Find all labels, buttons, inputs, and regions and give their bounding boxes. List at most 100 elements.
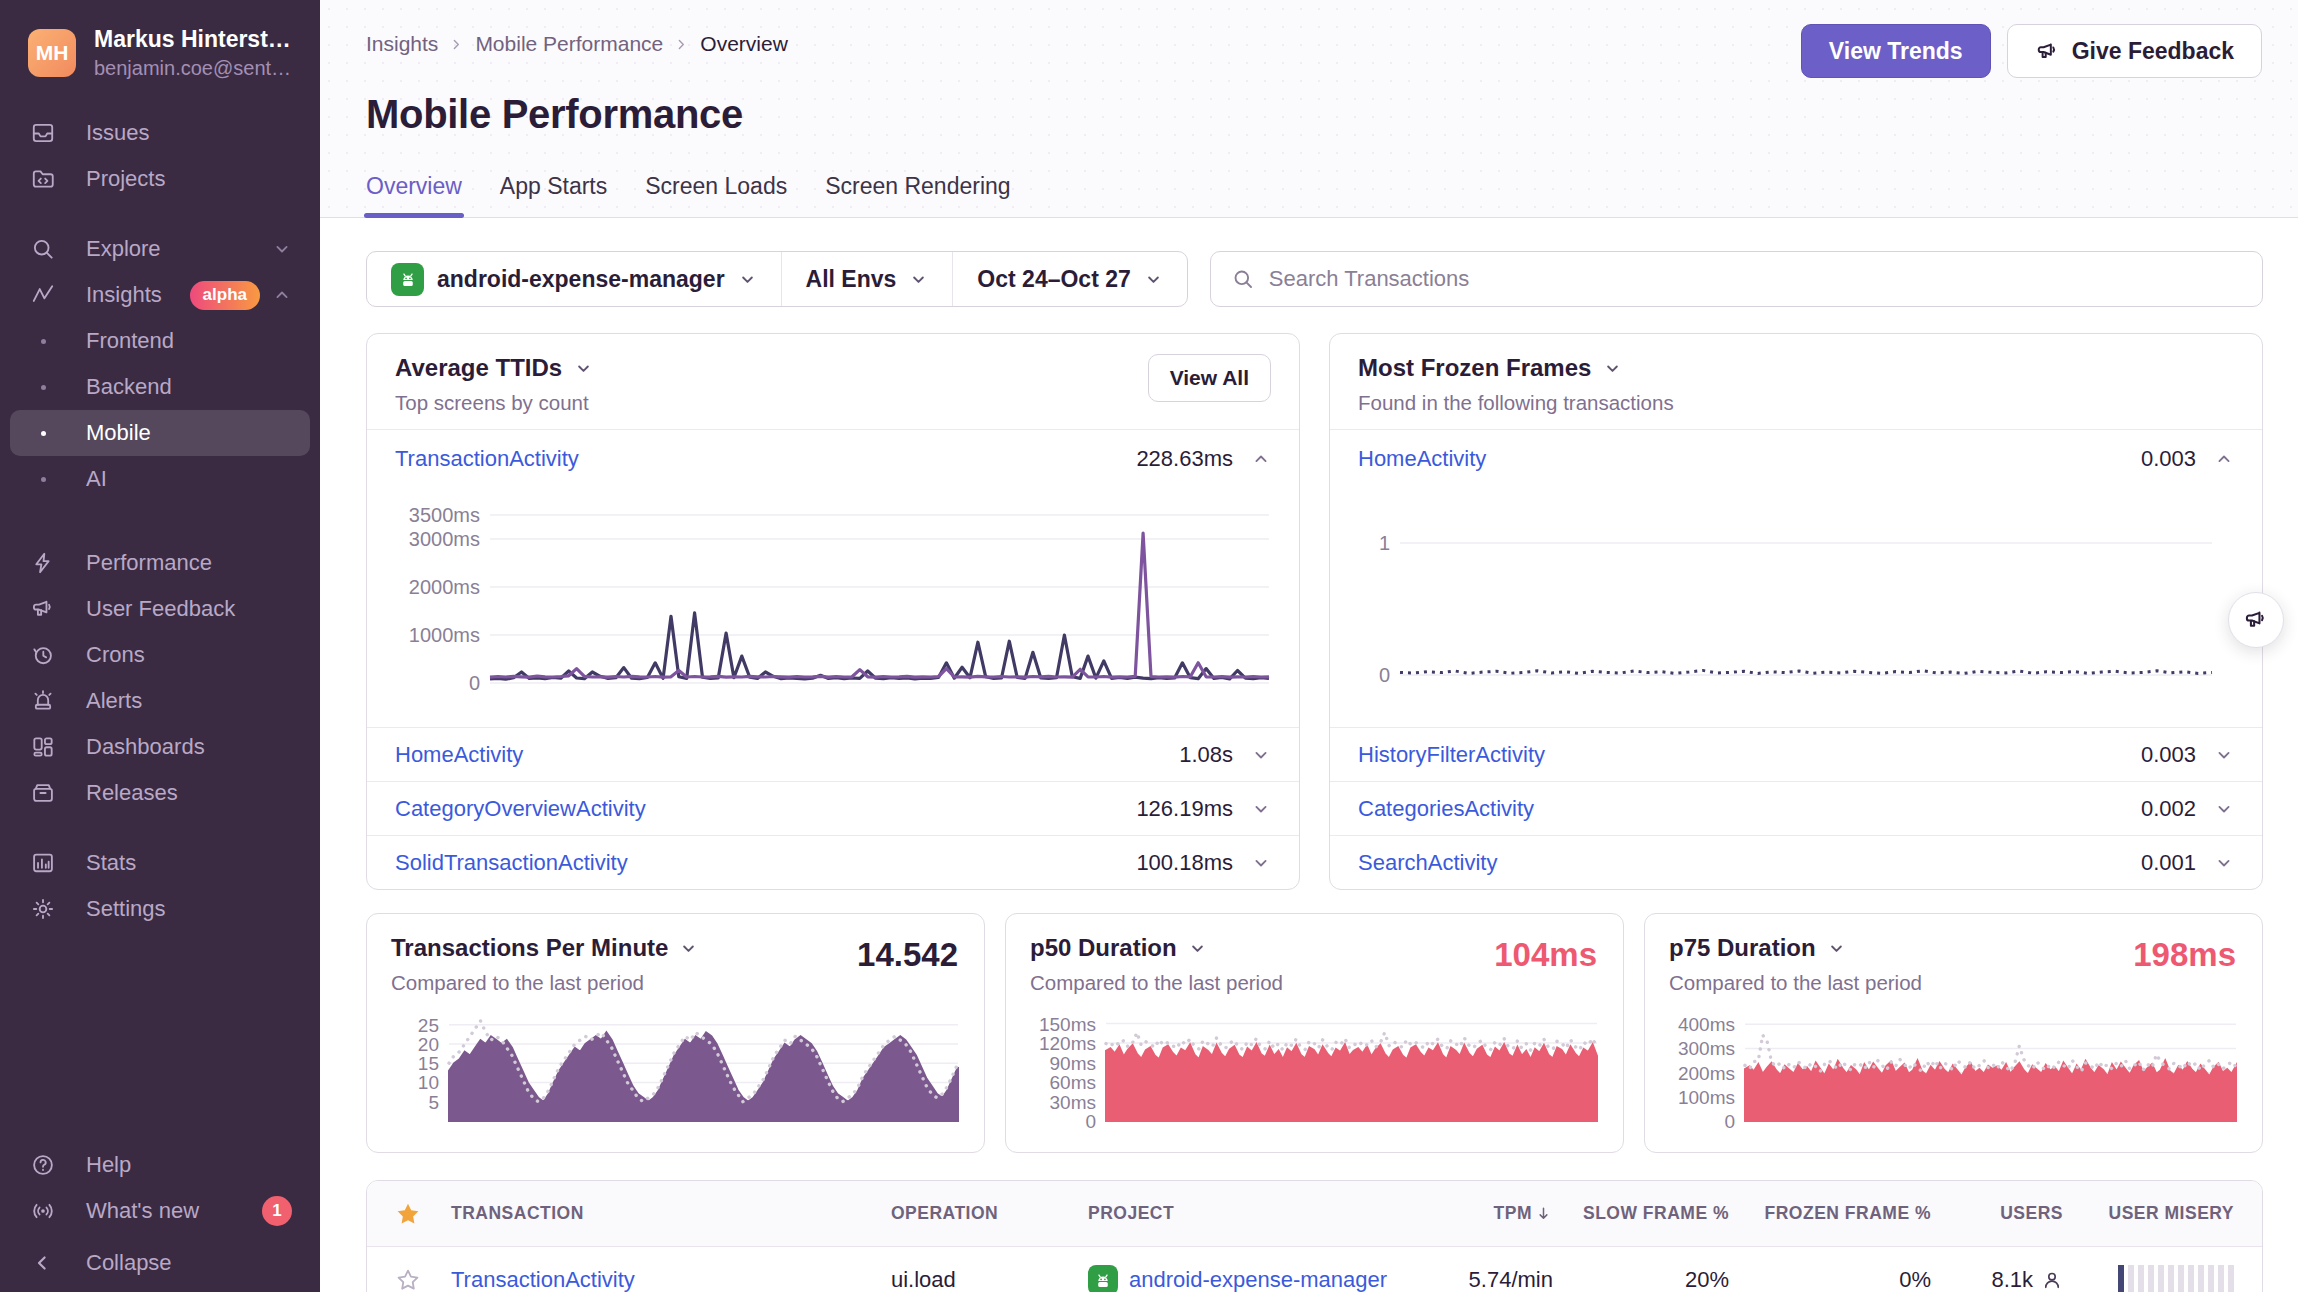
chevron-down-icon bbox=[1251, 853, 1271, 873]
user-name: Markus Hinterst… bbox=[94, 26, 291, 53]
column-header-misery[interactable]: USER MISERY bbox=[2063, 1203, 2234, 1224]
transaction-link[interactable]: HistoryFilterActivity bbox=[1358, 742, 2141, 768]
star-outline-icon bbox=[395, 1267, 421, 1292]
date-filter[interactable]: Oct 24–Oct 27 bbox=[952, 252, 1186, 306]
collapse-button[interactable]: Collapse bbox=[10, 1234, 310, 1292]
transaction-link[interactable]: HomeActivity bbox=[1358, 446, 2141, 472]
tab-screen-loads[interactable]: Screen Loads bbox=[645, 173, 787, 217]
star-toggle[interactable] bbox=[395, 1267, 451, 1292]
tab-screen-rendering[interactable]: Screen Rendering bbox=[825, 173, 1010, 217]
stats-icon bbox=[30, 850, 56, 876]
y-axis-tick: 0 bbox=[1724, 1111, 1735, 1131]
nav-section-gap bbox=[0, 816, 320, 840]
card-title-dropdown[interactable] bbox=[574, 359, 593, 378]
sidebar-item-alerts[interactable]: Alerts bbox=[10, 678, 310, 724]
transactions-table: TRANSACTIONOPERATIONPROJECTTPMSLOW FRAME… bbox=[366, 1180, 2263, 1292]
view-trends-button[interactable]: View Trends bbox=[1801, 24, 1991, 78]
alpha-badge: alpha bbox=[190, 281, 260, 310]
sidebar-item-stats[interactable]: Stats bbox=[10, 840, 310, 886]
sidebar-item-whats-new[interactable]: What's new1 bbox=[10, 1188, 310, 1234]
user-meta: Markus Hinterst… benjamin.coe@sent… bbox=[94, 26, 291, 80]
breadcrumb-item[interactable]: Mobile Performance bbox=[475, 32, 663, 56]
android-icon bbox=[397, 268, 419, 290]
column-header-users[interactable]: USERS bbox=[1931, 1203, 2063, 1224]
column-header-slow[interactable]: SLOW FRAME % bbox=[1553, 1203, 1729, 1224]
tab-overview[interactable]: Overview bbox=[366, 173, 462, 217]
transaction-link[interactable]: TransactionActivity bbox=[395, 446, 1136, 472]
chevron-down-icon[interactable] bbox=[1251, 853, 1271, 873]
chevron-down-icon bbox=[1251, 745, 1271, 765]
chevron-down-icon bbox=[1144, 270, 1163, 289]
user-menu[interactable]: MH Markus Hinterst… benjamin.coe@sent… bbox=[0, 0, 320, 96]
transaction-link[interactable]: SearchActivity bbox=[1358, 850, 2141, 876]
chevron-up-icon[interactable] bbox=[1251, 449, 1271, 469]
sidebar-item-mobile[interactable]: Mobile bbox=[10, 410, 310, 456]
column-header-operation[interactable]: OPERATION bbox=[891, 1203, 1088, 1224]
give-feedback-button[interactable]: Give Feedback bbox=[2007, 24, 2262, 78]
frozen-frames-chart[interactable]: 10 bbox=[1358, 487, 2216, 715]
sidebar-item-settings[interactable]: Settings bbox=[10, 886, 310, 932]
page-content: android-expense-manager All Envs Oct 24–… bbox=[320, 218, 2298, 1292]
card-title-dropdown[interactable] bbox=[1827, 939, 1846, 958]
star-column-header[interactable] bbox=[395, 1201, 451, 1227]
sidebar-item-dashboards[interactable]: Dashboards bbox=[10, 724, 310, 770]
view-all-button[interactable]: View All bbox=[1148, 354, 1271, 402]
sidebar-item-insights[interactable]: Insightsalpha bbox=[10, 272, 310, 318]
ttid-chart-wrap: 3500ms3000ms2000ms1000ms0 bbox=[367, 487, 1299, 727]
transaction-link[interactable]: CategoryOverviewActivity bbox=[395, 796, 1136, 822]
project-filter[interactable]: android-expense-manager bbox=[367, 252, 781, 306]
tpm-chart[interactable]: 252015105 bbox=[391, 1001, 962, 1131]
transaction-link[interactable]: HomeActivity bbox=[395, 742, 1179, 768]
sidebar-item-releases[interactable]: Releases bbox=[10, 770, 310, 816]
chevron-down-icon[interactable] bbox=[1251, 799, 1271, 819]
sidebar-item-performance[interactable]: Performance bbox=[10, 540, 310, 586]
sidebar-item-label: Frontend bbox=[86, 328, 292, 354]
card-title-dropdown[interactable] bbox=[679, 939, 698, 958]
y-axis-tick: 100ms bbox=[1678, 1087, 1735, 1108]
chevron-up-icon bbox=[1251, 449, 1271, 469]
sidebar-item-user-feedback[interactable]: User Feedback bbox=[10, 586, 310, 632]
p75-chart[interactable]: 400ms300ms200ms100ms0 bbox=[1669, 1001, 2240, 1131]
chevron-up-icon bbox=[2214, 449, 2234, 469]
sidebar-item-frontend[interactable]: Frontend bbox=[10, 318, 310, 364]
card-title: Transactions Per Minute bbox=[391, 934, 668, 962]
chevron-down-icon[interactable] bbox=[2214, 853, 2234, 873]
y-axis-tick: 30ms bbox=[1050, 1092, 1096, 1113]
sidebar-item-crons[interactable]: Crons bbox=[10, 632, 310, 678]
breadcrumb-item[interactable]: Insights bbox=[366, 32, 438, 56]
chevron-down-icon[interactable] bbox=[2214, 799, 2234, 819]
card-subtitle: Found in the following transactions bbox=[1358, 391, 1674, 415]
card-title-dropdown[interactable] bbox=[1188, 939, 1207, 958]
android-icon bbox=[1092, 1269, 1114, 1291]
column-header-transaction[interactable]: TRANSACTION bbox=[451, 1203, 891, 1224]
sidebar-item-projects[interactable]: Projects bbox=[10, 156, 310, 202]
search-transactions-input[interactable] bbox=[1269, 266, 2242, 292]
projects-icon bbox=[30, 166, 56, 192]
ttid-chart[interactable]: 3500ms3000ms2000ms1000ms0 bbox=[395, 487, 1273, 715]
chevron-down-icon[interactable] bbox=[1251, 745, 1271, 765]
p50-duration-card: p50 Duration104msCompared to the last pe… bbox=[1005, 913, 1624, 1153]
metric-row-CategoryOverviewActivity: CategoryOverviewActivity126.19ms bbox=[367, 781, 1299, 835]
sidebar-item-help[interactable]: Help bbox=[10, 1142, 310, 1188]
transaction-link[interactable]: TransactionActivity bbox=[451, 1267, 635, 1292]
p50-chart[interactable]: 150ms120ms90ms60ms30ms0 bbox=[1030, 1001, 1601, 1131]
project-link[interactable]: android-expense-manager bbox=[1129, 1267, 1387, 1292]
sidebar-item-issues[interactable]: Issues bbox=[10, 110, 310, 156]
sidebar-item-ai[interactable]: AI bbox=[10, 456, 310, 502]
chevron-down-icon[interactable] bbox=[2214, 745, 2234, 765]
sidebar-item-backend[interactable]: Backend bbox=[10, 364, 310, 410]
column-header-frozen[interactable]: FROZEN FRAME % bbox=[1729, 1203, 1931, 1224]
column-header-tpm[interactable]: TPM bbox=[1403, 1203, 1553, 1224]
card-title-dropdown[interactable] bbox=[1603, 359, 1622, 378]
chevron-up-icon bbox=[272, 285, 292, 305]
transaction-link[interactable]: SolidTransactionActivity bbox=[395, 850, 1136, 876]
column-header-project[interactable]: PROJECT bbox=[1088, 1203, 1403, 1224]
breadcrumb-item[interactable]: Overview bbox=[700, 32, 788, 56]
environment-filter[interactable]: All Envs bbox=[781, 252, 953, 306]
feedback-widget-button[interactable] bbox=[2228, 592, 2284, 648]
stat-value: 198ms bbox=[2133, 936, 2236, 974]
chevron-up-icon[interactable] bbox=[2214, 449, 2234, 469]
sidebar-item-explore[interactable]: Explore bbox=[10, 226, 310, 272]
tab-app-starts[interactable]: App Starts bbox=[500, 173, 607, 217]
transaction-link[interactable]: CategoriesActivity bbox=[1358, 796, 2141, 822]
